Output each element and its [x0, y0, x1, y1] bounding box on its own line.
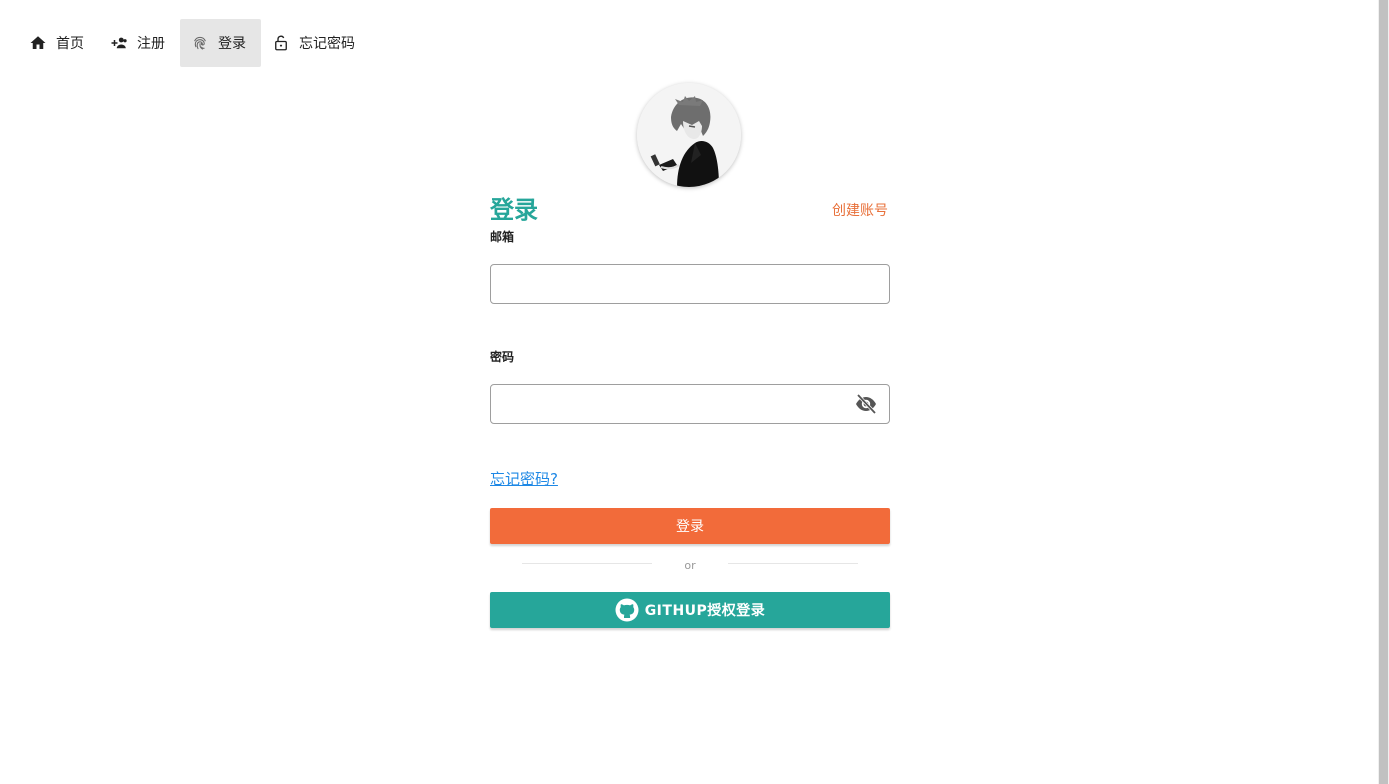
fingerprint-icon — [190, 33, 210, 53]
avatar — [637, 83, 741, 187]
scrollbar-thumb[interactable] — [1379, 0, 1388, 784]
form-header: 登录 创建账号 — [490, 188, 890, 228]
lock-icon — [271, 33, 291, 53]
forgot-password-link[interactable]: 忘记密码? — [490, 468, 558, 489]
nav-item-forgot-password[interactable]: 忘记密码 — [261, 19, 370, 67]
password-field-wrapper — [490, 384, 890, 424]
add-user-icon — [109, 33, 129, 53]
create-account-link[interactable]: 创建账号 — [832, 200, 888, 220]
nav-item-label: 登录 — [218, 36, 246, 52]
nav-item-label: 首页 — [56, 36, 84, 52]
page: 首页 注册 登录 忘记密码 登录 创建账号 邮箱 密码 忘记密码? 登录 or … — [0, 0, 1389, 784]
eye-off-icon[interactable] — [854, 393, 878, 415]
divider-line-right — [728, 563, 858, 564]
or-divider: or — [490, 544, 890, 592]
github-icon — [615, 598, 639, 622]
email-label: 邮箱 — [490, 230, 515, 244]
scrollbar[interactable] — [1378, 0, 1389, 784]
nav-item-register[interactable]: 注册 — [99, 19, 180, 67]
email-field[interactable] — [490, 264, 890, 304]
github-login-button[interactable]: GITHUP授权登录 — [490, 592, 890, 628]
password-field[interactable] — [490, 384, 890, 424]
login-form: 登录 创建账号 邮箱 密码 忘记密码? 登录 or GITHUP授权登录 — [490, 188, 890, 628]
page-title: 登录 — [490, 196, 538, 224]
nav-item-label: 忘记密码 — [299, 36, 355, 52]
email-field-wrapper — [490, 264, 890, 304]
nav-item-home[interactable]: 首页 — [18, 19, 99, 67]
nav-item-login[interactable]: 登录 — [180, 19, 261, 67]
or-text: or — [684, 559, 696, 572]
github-button-label: GITHUP授权登录 — [644, 603, 766, 619]
login-button[interactable]: 登录 — [490, 508, 890, 544]
home-icon — [28, 33, 48, 53]
top-nav: 首页 注册 登录 忘记密码 — [18, 19, 370, 67]
password-label: 密码 — [490, 350, 515, 364]
nav-item-label: 注册 — [137, 36, 165, 52]
